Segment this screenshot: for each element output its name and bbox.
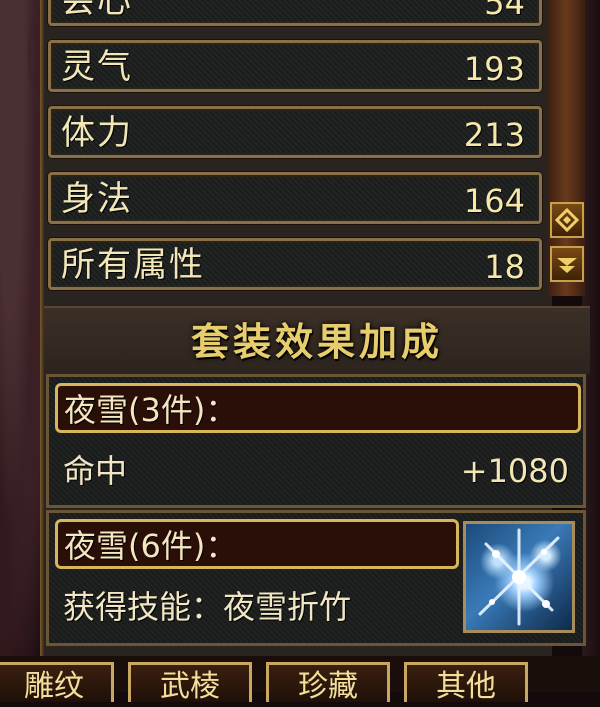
stat-row-spirit: 灵气 193 <box>48 40 542 92</box>
tab-weapon[interactable]: 武棱 <box>128 662 252 704</box>
tab-collection[interactable]: 珍藏 <box>266 662 390 704</box>
set-bonus-header: 套装效果加成 <box>44 306 590 374</box>
stat-row-all-attributes: 所有属性 18 <box>48 238 542 290</box>
stat-label: 体力 <box>61 113 133 153</box>
set-tier-6-box: 夜雪(6件)： 获得技能：夜雪折竹 <box>46 510 586 646</box>
set-tier-name-box: 夜雪(6件)： <box>55 519 459 569</box>
stat-label: 所有属性 <box>61 245 205 285</box>
scroll-up-arrow-icon[interactable] <box>550 202 584 238</box>
stat-label: 会心 <box>61 0 133 21</box>
set-tier-name: 夜雪(3件)： <box>64 391 238 429</box>
stat-label: 身法 <box>61 179 133 219</box>
stat-value: 164 <box>463 182 525 220</box>
set-tier-3-box: 夜雪(3件)： 命中 +1080 <box>46 374 586 508</box>
tab-other[interactable]: 其他 <box>404 662 528 704</box>
bonus-value: +1080 <box>460 452 569 490</box>
snow-bamboo-skill-icon[interactable] <box>463 521 575 633</box>
stat-value: 18 <box>484 248 525 286</box>
stat-label: 灵气 <box>61 47 133 87</box>
stat-row-agility: 身法 164 <box>48 172 542 224</box>
stat-value: 193 <box>463 50 525 88</box>
stat-value: 213 <box>463 116 525 154</box>
stat-row-stamina: 体力 213 <box>48 106 542 158</box>
scroll-down-arrow-icon[interactable] <box>550 246 584 282</box>
stat-value: 54 <box>484 0 525 22</box>
set-tier-name: 夜雪(6件)： <box>64 527 238 565</box>
bottom-tab-bar: 雕纹 武棱 珍藏 其他 <box>0 656 600 704</box>
skill-gained-label: 获得技能：夜雪折竹 <box>63 588 352 626</box>
set-bonus-title: 套装效果加成 <box>190 319 443 364</box>
stat-row-critical: 会心 54 <box>48 0 542 26</box>
bonus-label: 命中 <box>63 452 128 490</box>
left-background-decoration <box>0 0 72 660</box>
set-tier-name-box: 夜雪(3件)： <box>55 383 581 433</box>
tab-carving[interactable]: 雕纹 <box>0 662 114 704</box>
